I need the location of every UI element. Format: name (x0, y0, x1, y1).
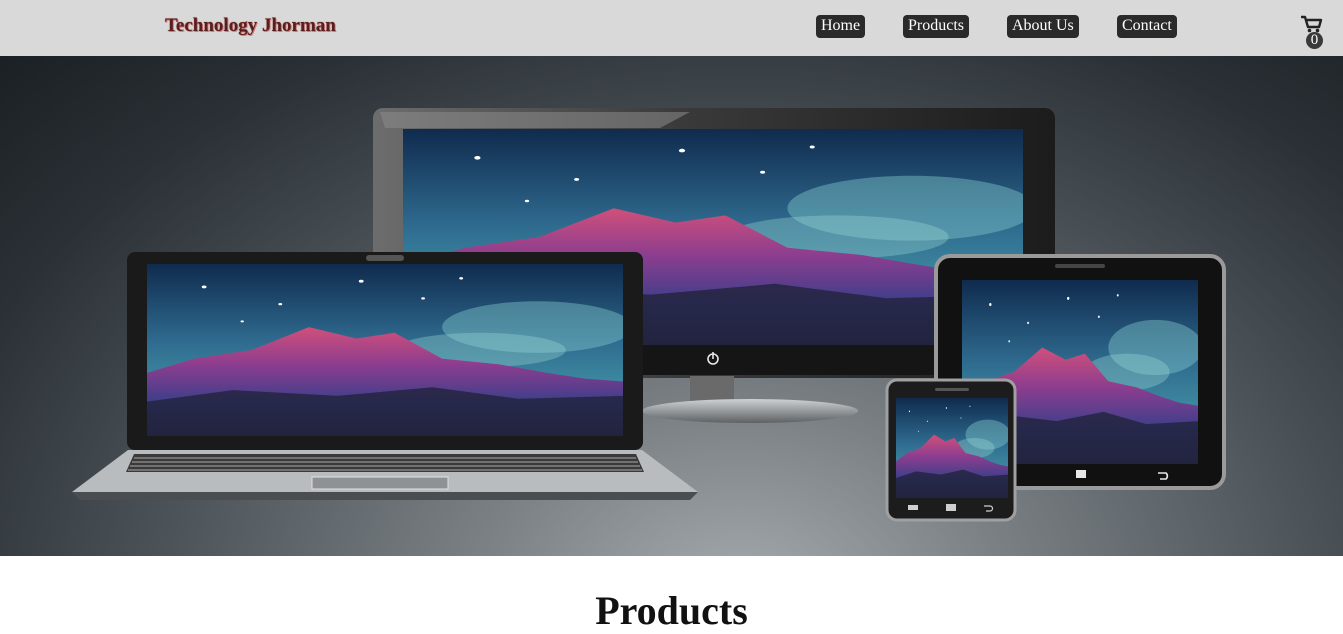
brand-logo[interactable]: Technology Jhorman (165, 15, 336, 37)
devices-illustration (72, 108, 1226, 522)
phone-device (885, 378, 1017, 522)
cart-button[interactable]: 0 (1300, 15, 1326, 51)
section-title-products: Products (595, 588, 748, 633)
nav-contact-link[interactable]: Contact (1117, 15, 1177, 38)
nav-home-link[interactable]: Home (816, 15, 866, 38)
navbar: Technology Jhorman Home Products About U… (0, 0, 1343, 56)
nav-about-link[interactable]: About Us (1007, 15, 1079, 38)
cart-count-badge: 0 (1306, 32, 1323, 49)
nav-products-link[interactable]: Products (903, 15, 969, 38)
hero-banner (0, 56, 1343, 556)
cart-icon (1301, 15, 1323, 33)
laptop-device (72, 252, 698, 500)
